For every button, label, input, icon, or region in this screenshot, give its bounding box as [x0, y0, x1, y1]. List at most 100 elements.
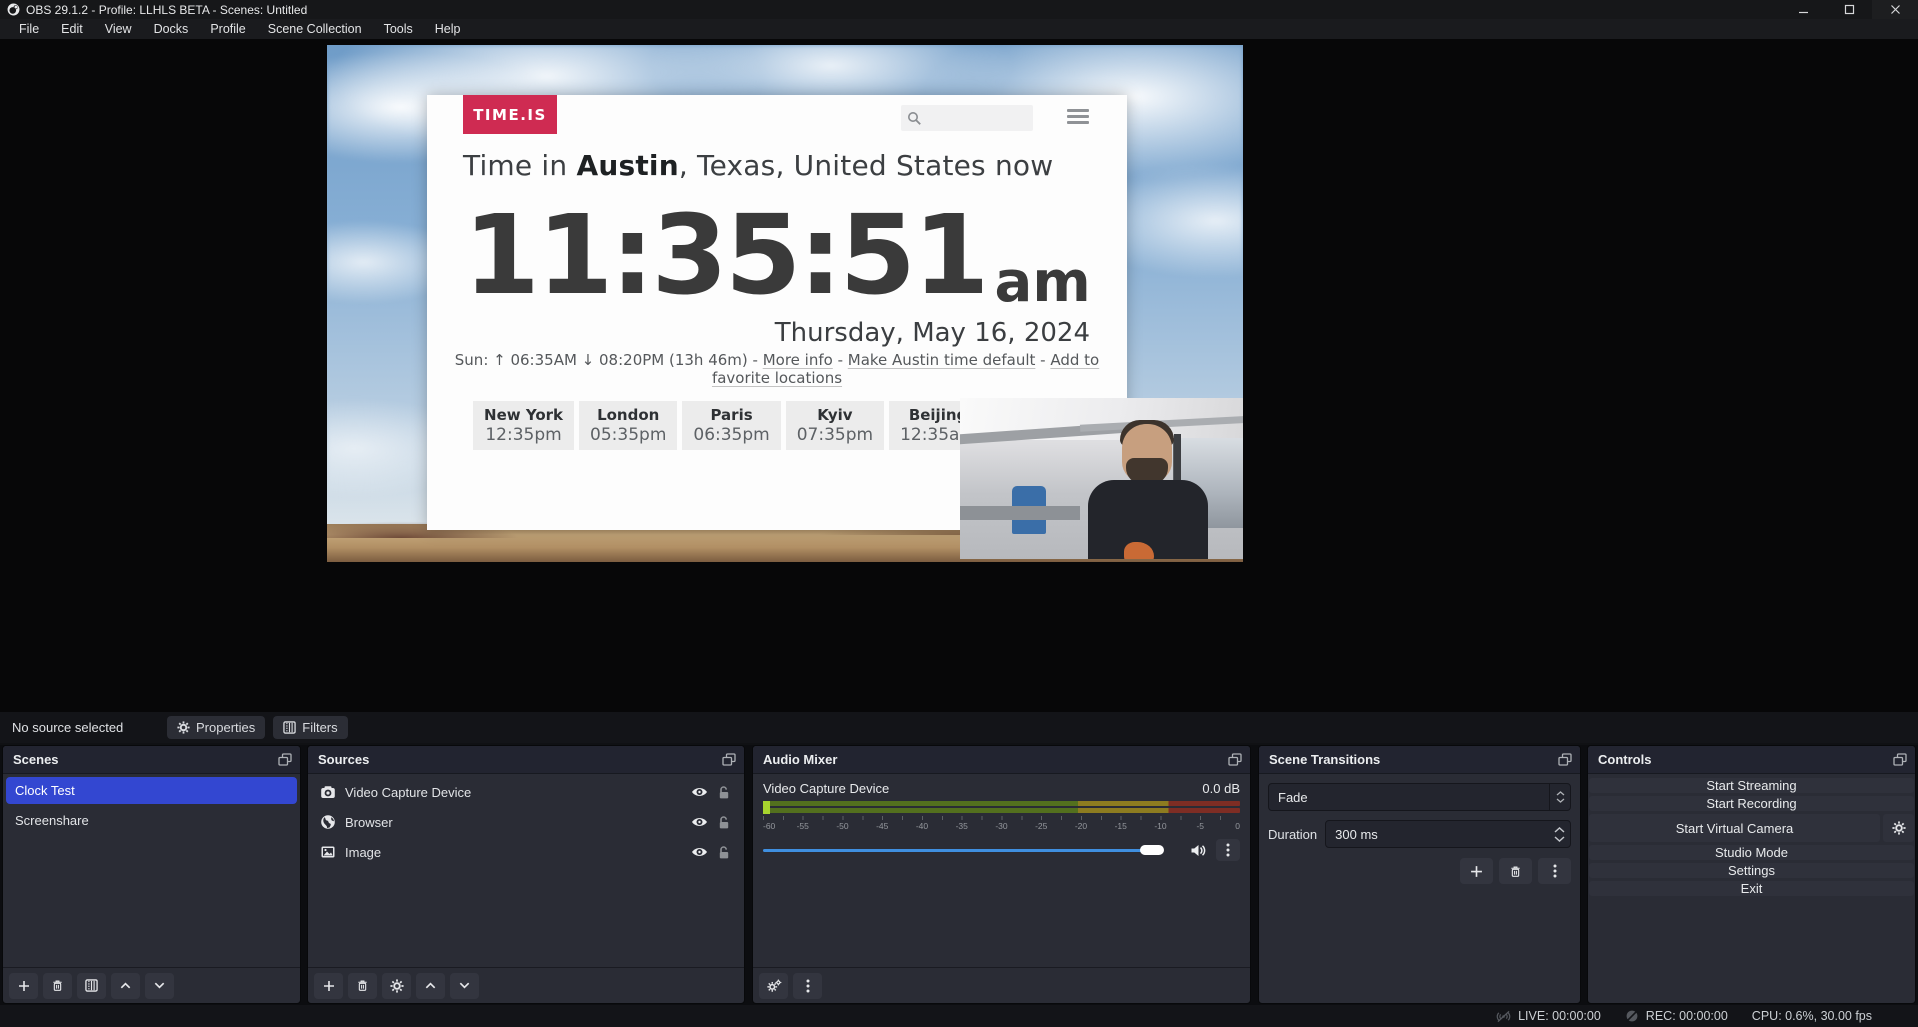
exit-button[interactable]: Exit	[1589, 881, 1914, 896]
make-default-link[interactable]: Make Austin time default	[848, 351, 1036, 369]
duration-label: Duration	[1268, 827, 1317, 842]
sun-info: Sun: ↑ 06:35AM ↓ 08:20PM (13h 46m) - Mor…	[427, 351, 1127, 387]
audio-mixer-panel: Audio Mixer Video Capture Device 0.0 dB …	[752, 745, 1251, 1004]
start-streaming-button[interactable]: Start Streaming	[1589, 778, 1914, 793]
menu-file[interactable]: File	[8, 20, 50, 38]
move-source-up-button[interactable]	[416, 973, 445, 999]
remove-scene-button[interactable]	[43, 973, 72, 999]
scenes-title: Scenes	[13, 752, 59, 767]
remove-transition-button[interactable]	[1499, 858, 1532, 884]
title-bar: OBS 29.1.2 - Profile: LLHLS BETA - Scene…	[0, 0, 1918, 19]
meter-tick-labels: -60 -55 -50 -45 -40 -35 -30 -25 -20 -15 …	[763, 821, 1240, 832]
lock-open-icon[interactable]	[717, 785, 734, 800]
menu-help[interactable]: Help	[424, 20, 472, 38]
scene-item-clock-test[interactable]: Clock Test	[6, 777, 297, 804]
live-time: LIVE: 00:00:00	[1518, 1009, 1601, 1023]
source-properties-button[interactable]	[382, 973, 411, 999]
studio-mode-button[interactable]: Studio Mode	[1589, 845, 1914, 860]
search-icon	[907, 111, 922, 126]
search-input[interactable]	[922, 108, 1022, 128]
remove-source-button[interactable]	[348, 973, 377, 999]
move-source-down-button[interactable]	[450, 973, 479, 999]
virtual-camera-config-button[interactable]	[1883, 814, 1914, 842]
controls-panel: Controls Start Streaming Start Recording…	[1587, 745, 1916, 1004]
transition-menu-button[interactable]	[1538, 858, 1571, 884]
menu-tools[interactable]: Tools	[373, 20, 424, 38]
dock-area: Scenes Clock Test Screenshare Sources	[0, 745, 1918, 1005]
filter-icon	[283, 721, 296, 734]
window-title: OBS 29.1.2 - Profile: LLHLS BETA - Scene…	[26, 3, 307, 17]
hamburger-menu-icon[interactable]	[1067, 109, 1089, 124]
transition-select[interactable]: Fade	[1268, 783, 1571, 811]
settings-button[interactable]: Settings	[1589, 863, 1914, 878]
volume-slider-handle[interactable]	[1140, 845, 1164, 855]
add-source-button[interactable]	[314, 973, 343, 999]
camera-icon	[320, 784, 336, 800]
selection-status: No source selected	[12, 720, 167, 735]
lock-open-icon[interactable]	[717, 845, 734, 860]
current-date: Thursday, May 16, 2024	[427, 318, 1090, 348]
add-transition-button[interactable]	[1460, 858, 1493, 884]
source-row-image[interactable]: Image	[308, 837, 744, 867]
more-info-link[interactable]: More info	[763, 351, 833, 369]
volume-meter	[763, 801, 1240, 814]
rec-time: REC: 00:00:00	[1646, 1009, 1728, 1023]
menu-profile[interactable]: Profile	[199, 20, 256, 38]
mixer-channel-menu-button[interactable]	[1216, 839, 1240, 861]
preview-area: TIME.IS Time in Austin, Texas, United St…	[0, 39, 1918, 712]
filters-button[interactable]: Filters	[273, 716, 347, 739]
close-button[interactable]	[1872, 0, 1918, 19]
world-clock-kyiv[interactable]: Kyiv07:35pm	[786, 401, 884, 450]
world-clock-london[interactable]: London05:35pm	[579, 401, 677, 450]
source-row-video-capture[interactable]: Video Capture Device	[308, 777, 744, 807]
mixer-level-db: 0.0 dB	[1202, 781, 1240, 796]
duration-spinner[interactable]: 300 ms	[1325, 820, 1571, 848]
add-scene-button[interactable]	[9, 973, 38, 999]
sources-panel: Sources Video Capture Device Browser	[307, 745, 745, 1004]
menu-docks[interactable]: Docks	[143, 20, 200, 38]
time-meridiem: am	[995, 261, 1091, 306]
stream-inactive-icon	[1496, 1010, 1511, 1023]
mixer-channel-name: Video Capture Device	[763, 781, 889, 796]
dock-popout-icon	[1228, 753, 1242, 766]
start-virtual-camera-button[interactable]: Start Virtual Camera	[1589, 814, 1880, 842]
webcam-overlay	[960, 398, 1243, 559]
time-digits: 11:35:51	[463, 205, 986, 306]
visibility-eye-icon[interactable]	[691, 785, 708, 800]
menu-edit[interactable]: Edit	[50, 20, 94, 38]
minimize-button[interactable]	[1780, 0, 1826, 19]
maximize-button[interactable]	[1826, 0, 1872, 19]
visibility-eye-icon[interactable]	[691, 845, 708, 860]
source-row-browser[interactable]: Browser	[308, 807, 744, 837]
spin-up-icon	[1554, 827, 1565, 833]
controls-title: Controls	[1598, 752, 1651, 767]
site-search-box[interactable]	[901, 105, 1033, 131]
scenes-panel: Scenes Clock Test Screenshare	[2, 745, 301, 1004]
volume-slider[interactable]	[763, 844, 1181, 856]
preview-canvas[interactable]: TIME.IS Time in Austin, Texas, United St…	[327, 45, 1243, 562]
advanced-audio-button[interactable]	[759, 973, 788, 999]
start-recording-button[interactable]: Start Recording	[1589, 796, 1914, 811]
mixer-menu-button[interactable]	[793, 973, 822, 999]
menu-bar: File Edit View Docks Profile Scene Colle…	[0, 19, 1918, 39]
visibility-eye-icon[interactable]	[691, 815, 708, 830]
scene-filters-button[interactable]	[77, 973, 106, 999]
move-scene-up-button[interactable]	[111, 973, 140, 999]
webcam-person	[1088, 424, 1208, 559]
source-toolbar: No source selected Properties Filters	[0, 712, 1918, 743]
timeis-logo[interactable]: TIME.IS	[463, 95, 557, 134]
menu-view[interactable]: View	[94, 20, 143, 38]
image-icon	[320, 844, 336, 860]
transitions-title: Scene Transitions	[1269, 752, 1380, 767]
gear-icon	[177, 721, 190, 734]
scene-item-screenshare[interactable]: Screenshare	[6, 807, 297, 834]
menu-scene-collection[interactable]: Scene Collection	[257, 20, 373, 38]
obs-window: OBS 29.1.2 - Profile: LLHLS BETA - Scene…	[0, 0, 1918, 1027]
world-clock-newyork[interactable]: New York12:35pm	[473, 401, 574, 450]
move-scene-down-button[interactable]	[145, 973, 174, 999]
speaker-icon[interactable]	[1190, 843, 1207, 858]
meter-tick-ruler	[763, 816, 1240, 820]
lock-open-icon[interactable]	[717, 815, 734, 830]
properties-button[interactable]: Properties	[167, 716, 265, 739]
world-clock-paris[interactable]: Paris06:35pm	[682, 401, 780, 450]
